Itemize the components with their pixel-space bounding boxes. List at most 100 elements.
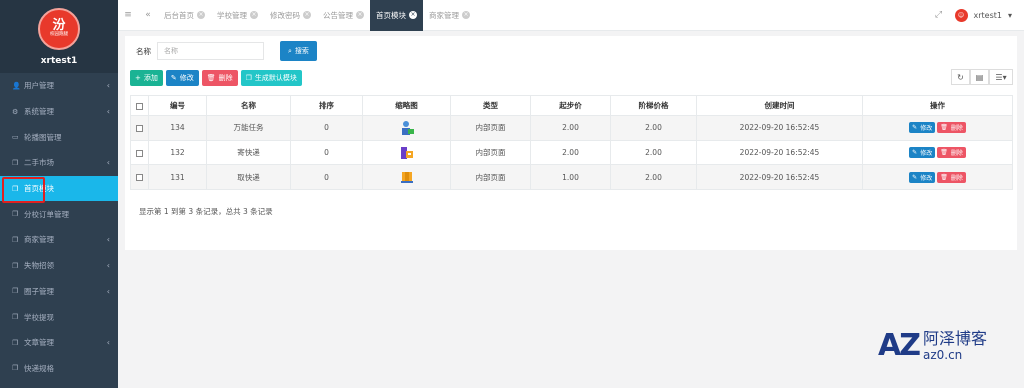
table-toolbar: + 添加 ✎ 修改 🗑 删除 ❐ 生成默认模块	[130, 70, 302, 86]
sidebar-item[interactable]: 👤 用户管理 ‹	[0, 73, 118, 99]
sidebar-item[interactable]: ▭ 轮播图管理	[0, 124, 118, 150]
user-avatar[interactable]: ☺	[954, 8, 968, 22]
user-name[interactable]: xrtest1	[974, 11, 1002, 20]
toggle-view-icon[interactable]: ▤	[970, 69, 989, 85]
sidebar-item[interactable]: ❐ 二手市场 ‹	[0, 150, 118, 176]
refresh-icon[interactable]: ↻	[951, 69, 970, 85]
page-tab[interactable]: 公告管理 ×	[317, 0, 370, 31]
main-panel: 名称 ⌕ 搜索 + 添加 ✎ 修改 🗑 删除 ❐ 生成默认模块	[125, 36, 1017, 250]
chevron-left-icon: ‹	[106, 235, 110, 245]
close-icon[interactable]: ×	[197, 11, 205, 19]
watermark-text: 阿泽博客 az0.cn	[923, 330, 987, 363]
table-row[interactable]: 132 寄快递 0 内部页面 2.00 2.00 2022-09-20 16:52:45 ✎ 修…	[130, 139, 1013, 166]
sidebar-item[interactable]: ⚙ 系统管理 ‹	[0, 99, 118, 125]
brand-logo: 汾 校园跑腿	[38, 7, 80, 50]
menu-toggle-icon[interactable]: ≡	[118, 10, 138, 20]
edit-button[interactable]: ✎ 修改	[165, 70, 199, 86]
sidebar-item-label: 二手市场	[24, 158, 54, 168]
row-delete-label: 删除	[950, 150, 963, 158]
sidebar-item[interactable]: ❐ 快递规格	[0, 356, 118, 382]
close-icon[interactable]: ×	[409, 11, 417, 19]
sidebar-item[interactable]: ❐ 学校提现	[0, 304, 118, 330]
cell-step-price: 2.00	[610, 115, 697, 141]
row-select-cell	[130, 164, 149, 191]
column-header: 操作	[862, 95, 1013, 116]
table-row[interactable]: 134 万能任务 0 内部页面 2.00 2.00 2022-09-20 16:52:45 ✎…	[130, 115, 1013, 141]
sidebar-item[interactable]: ❐ 失物招领 ‹	[0, 253, 118, 279]
select-all-checkbox[interactable]	[136, 102, 143, 110]
page-tab[interactable]: 修改密码 ×	[264, 0, 317, 31]
close-icon[interactable]: ×	[250, 11, 258, 19]
chevron-left-icon: ‹	[106, 81, 110, 91]
search-input[interactable]	[157, 42, 264, 60]
sidebar-username[interactable]: xrtest1	[41, 56, 78, 66]
row-edit-button[interactable]: ✎ 修改	[909, 147, 936, 159]
sidebar-item[interactable]: ❐ 圈子管理 ‹	[0, 279, 118, 305]
sidebar-item[interactable]: ❐ 分校订单管理	[0, 201, 118, 227]
cell-thumbnail	[362, 115, 451, 141]
sidebar-item[interactable]: ❐ 文章管理 ‹	[0, 330, 118, 356]
delete-button[interactable]: 🗑 删除	[201, 70, 238, 86]
sidebar-item[interactable]: ❐ 首页模块	[0, 175, 118, 203]
column-header: 编号	[148, 95, 207, 116]
cell-name: 取快递	[206, 164, 291, 191]
close-icon[interactable]: ×	[356, 11, 364, 19]
search-button[interactable]: ⌕ 搜索	[280, 41, 317, 61]
copy-icon: ❐	[12, 287, 19, 296]
pagination-summary: 显示第 1 到第 3 条记录，总共 3 条记录	[139, 207, 273, 216]
cell-start-price: 1.00	[530, 164, 611, 191]
table-body: 134 万能任务 0 内部页面 2.00 2.00 2022-09-20 16:52:45 ✎…	[130, 115, 1013, 191]
row-edit-label: 修改	[920, 125, 933, 133]
generate-default-modules-button[interactable]: ❐ 生成默认模块	[240, 70, 302, 86]
tab-scroll-left-icon[interactable]: «	[138, 10, 158, 20]
columns-dropdown-icon[interactable]: ☰▾	[989, 69, 1013, 85]
chevron-left-icon: ‹	[106, 107, 110, 117]
row-delete-button[interactable]: 🗑 删除	[937, 122, 966, 134]
row-edit-button[interactable]: ✎ 修改	[909, 122, 936, 134]
fullscreen-icon[interactable]: ⤢	[929, 10, 949, 20]
page-tab[interactable]: 后台首页 ×	[158, 0, 211, 31]
row-delete-label: 删除	[950, 174, 963, 182]
column-header: 阶梯价格	[610, 95, 697, 116]
page-tab[interactable]: 学校管理 ×	[211, 0, 264, 31]
modules-table: 编号 名称 排序 缩略图 类型 起步价 阶梯价格 创建时间 操作 134 万能任务 0 内部页面 2.0…	[130, 95, 1013, 191]
column-header: 名称	[206, 95, 291, 116]
row-delete-button[interactable]: 🗑 删除	[937, 171, 966, 183]
cell-actions: ✎ 修改 🗑 删除	[862, 139, 1013, 166]
page-tab[interactable]: 商家管理 ×	[423, 0, 476, 31]
tab-label: 商家管理	[429, 10, 459, 20]
close-icon[interactable]: ×	[462, 11, 470, 19]
row-checkbox[interactable]	[136, 149, 143, 157]
edit-button-label: 修改	[179, 74, 194, 82]
sidebar-item-label: 分校订单管理	[24, 209, 69, 219]
close-icon[interactable]: ×	[303, 11, 311, 19]
chevron-left-icon: ‹	[106, 158, 110, 168]
pencil-icon: ✎	[912, 124, 918, 132]
sidebar-item-label: 失物招领	[24, 261, 54, 271]
cell-sort: 0	[290, 139, 363, 166]
pencil-icon: ✎	[912, 173, 918, 181]
user-dropdown-caret-icon[interactable]: ▾	[1008, 11, 1012, 20]
row-checkbox[interactable]	[136, 124, 143, 132]
cell-name: 万能任务	[206, 115, 291, 141]
tab-label: 后台首页	[164, 10, 194, 20]
table-row[interactable]: 131 取快递 0 内部页面 1.00 2.00 2022-09-20 16:52:45 ✎ 修…	[130, 164, 1013, 191]
sidebar-header: 汾 校园跑腿 xrtest1	[0, 0, 118, 73]
trash-icon: 🗑	[940, 173, 948, 181]
sidebar-item[interactable]: ❐ 商家管理 ‹	[0, 227, 118, 253]
pencil-icon: ✎	[170, 74, 177, 82]
generate-button-label: 生成默认模块	[254, 74, 297, 82]
row-checkbox[interactable]	[136, 174, 143, 182]
row-delete-button[interactable]: 🗑 删除	[937, 147, 966, 159]
row-edit-button[interactable]: ✎ 修改	[909, 171, 936, 183]
copy-icon: ❐	[245, 74, 252, 82]
tab-label: 首页模块	[376, 10, 406, 20]
copy-icon: ❐	[12, 158, 19, 167]
column-header: 起步价	[530, 95, 611, 116]
page-tab[interactable]: 首页模块 ×	[370, 0, 423, 31]
plus-icon: +	[135, 74, 141, 82]
cell-step-price: 2.00	[610, 139, 697, 166]
add-button[interactable]: + 添加	[130, 70, 163, 86]
cell-type: 内部页面	[450, 164, 531, 191]
row-select-cell	[130, 139, 149, 166]
